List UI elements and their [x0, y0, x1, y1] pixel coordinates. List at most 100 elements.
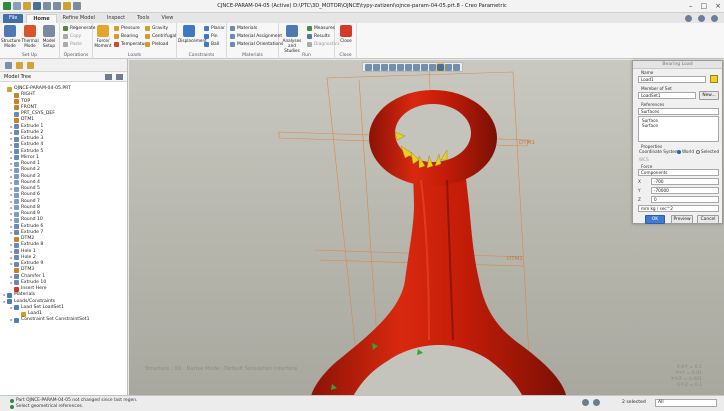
tab-refine-model[interactable]: Refine Model — [57, 14, 101, 23]
info-icon — [10, 404, 14, 409]
gravity-icon — [145, 26, 150, 31]
round-icon — [14, 180, 19, 186]
refit-icon[interactable] — [365, 64, 372, 71]
pressure-button[interactable]: Pressure — [114, 26, 140, 31]
search-icon[interactable] — [685, 14, 692, 22]
bearing-button[interactable]: Bearing — [114, 34, 138, 39]
analyses-studies-button[interactable]: Analyses and Studies — [280, 25, 304, 53]
paste-button[interactable]: Paste — [63, 42, 82, 47]
preload-button[interactable]: Preload — [145, 42, 168, 47]
name-field[interactable]: Load1 — [638, 76, 706, 83]
force-z-field[interactable]: 0 — [651, 196, 719, 203]
tab-inspect[interactable]: Inspect — [101, 14, 131, 23]
references-list[interactable]: Surface Surface — [638, 116, 719, 142]
force-y-field[interactable]: -70000 — [651, 187, 719, 194]
tab-view[interactable]: View — [155, 14, 179, 23]
window-controls: – □ × — [689, 2, 721, 10]
preview-button[interactable]: Preview — [671, 215, 693, 224]
new-set-button[interactable]: New... — [699, 91, 719, 100]
copy-icon — [63, 34, 68, 39]
spin-center-icon[interactable] — [445, 64, 452, 71]
regenerate-button[interactable]: Regenerate — [63, 26, 95, 31]
datum-display-icon[interactable] — [429, 64, 436, 71]
round-icon — [14, 211, 19, 217]
structure-mode-button[interactable]: Structure Mode — [1, 25, 20, 48]
datum-label-dtm1[interactable]: DTM1 — [519, 140, 535, 146]
results-button[interactable]: Results — [307, 34, 330, 39]
reference-item[interactable]: Surface — [642, 123, 715, 128]
plane-icon — [14, 105, 19, 111]
z-label: Z — [638, 197, 641, 202]
zoom-out-icon[interactable] — [381, 64, 388, 71]
simulation-display-icon[interactable] — [436, 63, 445, 72]
materials-button[interactable]: Materials — [230, 26, 257, 31]
ball-icon — [204, 42, 209, 47]
selection-count[interactable]: 2 selected — [622, 400, 646, 405]
view-manager-icon[interactable] — [413, 64, 420, 71]
force-moment-button[interactable]: Force/ Moment — [94, 25, 112, 48]
force-x-field[interactable]: -700 — [651, 178, 719, 185]
temperature-icon — [114, 42, 119, 47]
material-orientations-button[interactable]: Material Orientations — [230, 42, 283, 47]
material-assignment-icon — [230, 34, 235, 39]
model-setup-button[interactable]: Model Setup — [40, 25, 58, 48]
csys-icon — [14, 111, 19, 117]
force-type-select[interactable]: Components — [638, 169, 719, 176]
references-select[interactable]: Surfaces — [638, 108, 719, 115]
feature-icon — [14, 249, 19, 255]
member-of-set-select[interactable]: LoadSet1 — [638, 92, 696, 99]
settings-icon[interactable] — [698, 14, 705, 22]
gravity-button[interactable]: Gravity — [145, 26, 168, 31]
zoom-in-icon[interactable] — [373, 64, 380, 71]
world-radio[interactable]: World — [677, 149, 694, 154]
displacement-button[interactable]: Displacement — [178, 25, 207, 43]
measures-button[interactable]: Measures — [307, 26, 335, 31]
paste-icon — [63, 42, 68, 47]
feature-icon — [14, 130, 19, 136]
selected-radio[interactable]: Selected — [696, 149, 719, 154]
full-screen-icon[interactable] — [582, 399, 589, 406]
material-assignment-button[interactable]: Material Assignment — [230, 34, 282, 39]
navigator-tabs — [0, 59, 127, 72]
tree-settings-icon[interactable] — [105, 73, 112, 80]
centrifugal-icon — [145, 34, 150, 39]
centrifugal-button[interactable]: Centrifugal — [145, 34, 176, 39]
close-window-icon[interactable]: × — [715, 2, 721, 10]
display-style-icon[interactable] — [397, 64, 404, 71]
favorites-icon[interactable] — [27, 62, 34, 69]
ok-button[interactable]: OK — [645, 215, 665, 224]
folder-browser-icon[interactable] — [16, 62, 23, 69]
planar-button[interactable]: Planar — [204, 26, 225, 31]
maximize-icon[interactable]: □ — [701, 2, 708, 10]
model-tree: OJNCE-PARAM-04-05.PRT RIGHT TOP FRONT PRT_CS… — [0, 85, 127, 395]
tree-columns-icon[interactable] — [116, 73, 123, 80]
help-icon[interactable] — [711, 14, 718, 22]
datum-label-dtm2[interactable]: DTM2 — [507, 256, 523, 262]
model-tree-tab-icon[interactable] — [5, 62, 12, 69]
tree-item[interactable]: ▸ Constraint Set ConstraintSet1 — [0, 317, 127, 323]
thermal-mode-button[interactable]: Thermal Mode — [21, 25, 39, 48]
units-select[interactable]: mm kg / sec^2 — [638, 205, 719, 212]
tab-file[interactable]: File — [3, 14, 24, 23]
load-color-swatch[interactable] — [710, 75, 718, 83]
tab-home[interactable]: Home — [26, 14, 57, 23]
force-moment-icon — [97, 25, 109, 37]
pin-button[interactable]: Pin — [204, 34, 218, 39]
temperature-button[interactable]: Temperature — [114, 42, 149, 47]
minimize-icon[interactable]: – — [689, 2, 693, 10]
selection-filter[interactable]: All — [655, 399, 717, 407]
references-label: References — [641, 102, 665, 107]
close-button[interactable]: Close — [337, 25, 355, 43]
ball-button[interactable]: Ball — [204, 42, 219, 47]
annotation-display-icon[interactable] — [453, 64, 460, 71]
round-icon — [14, 199, 19, 205]
perspective-icon[interactable] — [421, 64, 428, 71]
saved-orientations-icon[interactable] — [405, 64, 412, 71]
info-icon — [10, 398, 14, 403]
copy-button[interactable]: Copy — [63, 34, 81, 39]
tab-tools[interactable]: Tools — [131, 14, 155, 23]
cancel-button[interactable]: Cancel — [697, 215, 719, 224]
repaint-icon[interactable] — [389, 64, 396, 71]
tree-item-label: Constraint Set ConstraintSet1 — [21, 317, 90, 323]
message-log-icon[interactable] — [593, 399, 600, 406]
